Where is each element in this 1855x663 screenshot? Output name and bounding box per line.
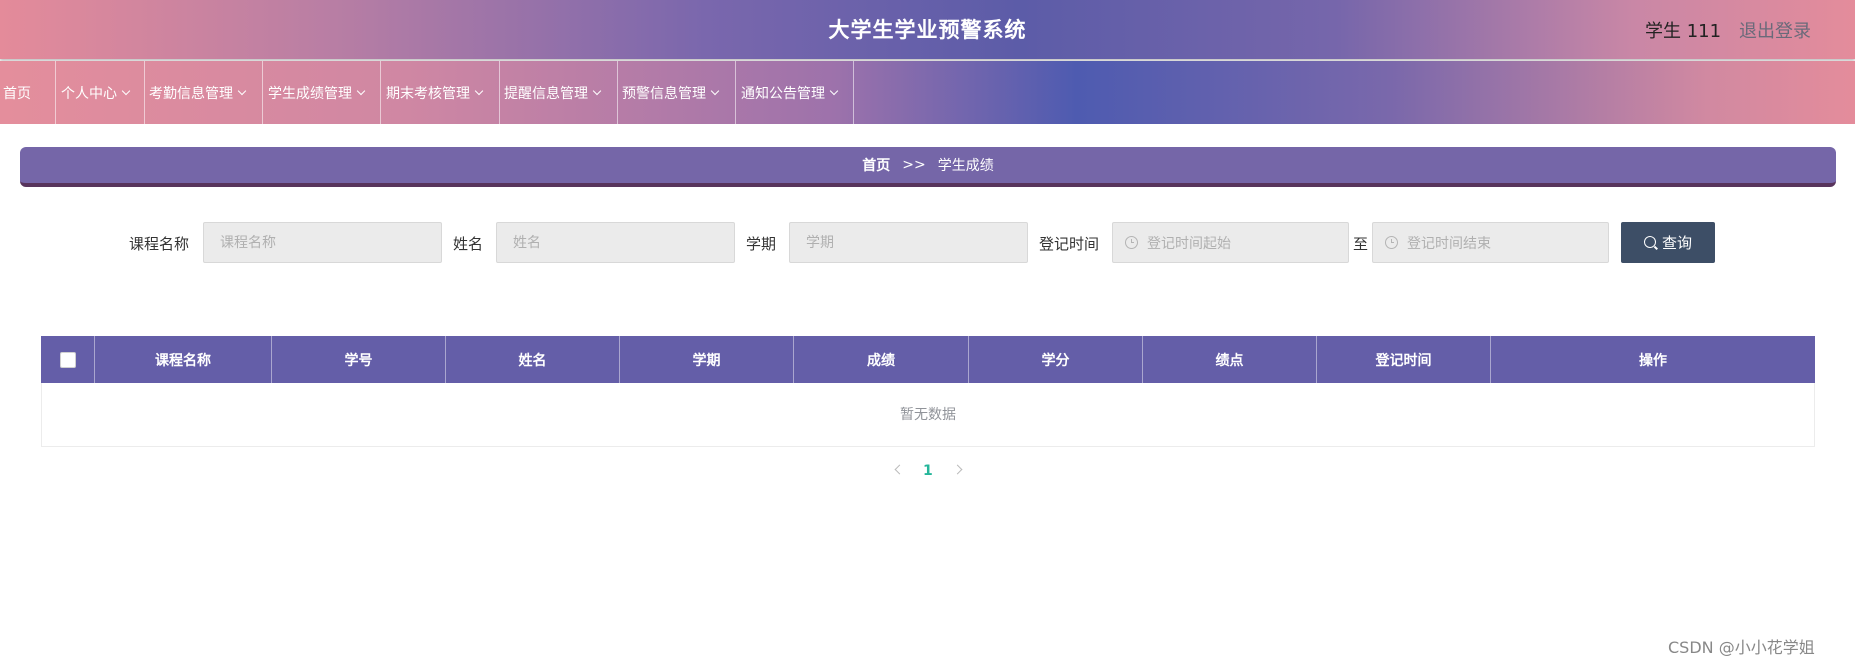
register-time-end-input[interactable]: [1405, 223, 1604, 264]
nav-item-label: 提醒信息管理: [504, 85, 588, 102]
breadcrumb-home[interactable]: 首页: [862, 155, 890, 175]
select-all-cell: [41, 336, 95, 383]
nav-item-final-exam[interactable]: 期末考核管理: [386, 61, 484, 124]
column-header-gpa[interactable]: 绩点: [1143, 336, 1317, 383]
date-range-separator: 至: [1353, 235, 1369, 253]
column-header-course-name[interactable]: 课程名称: [95, 336, 272, 383]
site-title: 大学生学业预警系统: [828, 18, 1027, 42]
query-button-label: 查询: [1661, 234, 1692, 252]
nav-item-grades[interactable]: 学生成绩管理: [268, 61, 366, 124]
watermark: CSDN @小小花学姐: [1668, 638, 1815, 657]
nav-divider: [499, 61, 500, 124]
chevron-down-icon: [710, 86, 720, 95]
nav-item-personal-center[interactable]: 个人中心: [61, 61, 131, 124]
prev-page-icon[interactable]: [894, 464, 905, 475]
course-name-label: 课程名称: [129, 235, 190, 253]
query-button[interactable]: 查询: [1621, 222, 1715, 263]
nav-item-warnings[interactable]: 预警信息管理: [622, 61, 720, 124]
nav-item-label: 首页: [3, 85, 31, 102]
student-name-label: 姓名: [453, 235, 484, 253]
chevron-down-icon: [237, 86, 247, 95]
nav-divider: [380, 61, 381, 124]
column-header-term[interactable]: 学期: [620, 336, 794, 383]
column-header-student-id[interactable]: 学号: [272, 336, 446, 383]
chevron-down-icon: [121, 86, 131, 95]
nav-item-reminders[interactable]: 提醒信息管理: [504, 61, 602, 124]
logout-link[interactable]: 退出登录: [1739, 17, 1811, 43]
register-time-start-picker[interactable]: [1112, 222, 1349, 264]
nav-item-label: 个人中心: [61, 85, 117, 102]
column-header-score[interactable]: 成绩: [794, 336, 969, 383]
column-header-credit[interactable]: 学分: [969, 336, 1143, 383]
term-input[interactable]: [789, 222, 1028, 263]
nav-item-label: 预警信息管理: [622, 85, 706, 102]
top-header: 大学生学业预警系统 学生 111 退出登录: [0, 0, 1855, 59]
breadcrumb: 首页 >> 学生成绩: [20, 147, 1836, 187]
select-all-checkbox[interactable]: [59, 351, 76, 368]
nav-item-notices[interactable]: 通知公告管理: [741, 61, 839, 124]
register-time-end-picker[interactable]: [1372, 222, 1609, 264]
nav-item-label: 通知公告管理: [741, 85, 825, 102]
chevron-down-icon: [829, 86, 839, 95]
column-header-actions: 操作: [1639, 352, 1667, 369]
search-icon: [1643, 235, 1656, 248]
chevron-down-icon: [356, 86, 366, 95]
main-nav: 首页 个人中心 考勤信息管理 学生成绩管理 期末考核管理 提醒信息管理 预警信息…: [0, 61, 1855, 124]
column-header-register-time[interactable]: 登记时间: [1317, 336, 1491, 383]
page-number-current[interactable]: 1: [923, 463, 933, 479]
clock-icon: [1385, 236, 1398, 249]
nav-item-label: 期末考核管理: [386, 85, 470, 102]
nav-divider: [144, 61, 145, 124]
chevron-down-icon: [474, 86, 484, 95]
clock-icon: [1125, 236, 1138, 249]
register-time-label: 登记时间: [1039, 235, 1100, 253]
column-header-name[interactable]: 姓名: [446, 336, 620, 383]
nav-item-attendance[interactable]: 考勤信息管理: [149, 61, 247, 124]
nav-divider: [735, 61, 736, 124]
breadcrumb-current: 学生成绩: [937, 158, 994, 174]
nav-divider: [262, 61, 263, 124]
term-label: 学期: [746, 235, 777, 253]
nav-item-label: 学生成绩管理: [268, 85, 352, 102]
nav-divider: [617, 61, 618, 124]
grades-table: 课程名称 学号 姓名 学期 成绩 学分 绩点 登记时间 操作 暂无数据: [41, 336, 1815, 447]
next-page-icon[interactable]: [952, 464, 963, 475]
nav-item-label: 考勤信息管理: [149, 85, 233, 102]
table-header-row: 课程名称 学号 姓名 学期 成绩 学分 绩点 登记时间 操作: [41, 336, 1815, 383]
breadcrumb-separator: >>: [902, 157, 926, 173]
course-name-input[interactable]: [203, 222, 442, 263]
nav-divider: [55, 61, 56, 124]
register-time-start-input[interactable]: [1145, 223, 1344, 264]
student-name-input[interactable]: [496, 222, 735, 263]
nav-divider: [853, 61, 854, 124]
nav-item-home[interactable]: 首页: [3, 61, 31, 124]
chevron-down-icon: [592, 86, 602, 95]
empty-state-text: 暂无数据: [900, 407, 956, 423]
current-user: 学生 111: [1645, 21, 1722, 42]
